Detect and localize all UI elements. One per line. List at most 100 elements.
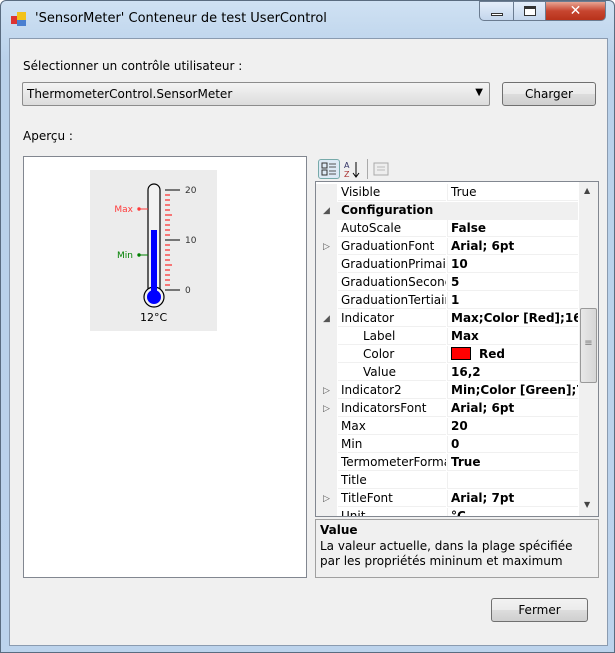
property-value[interactable]: 1 [447,292,578,309]
control-combobox[interactable]: ThermometerControl.SensorMeter ▼ [22,82,490,106]
property-value[interactable]: Arial; 6pt [447,400,578,417]
thermometer-readout: 12°C [140,311,168,324]
property-row[interactable]: TermometerFormat True [316,454,578,472]
property-row[interactable]: ▷ TitleFont Arial; 7pt [316,490,578,508]
property-row[interactable]: GraduationPrimaire 10 [316,256,578,274]
mercury-column [151,230,157,297]
alphabetical-icon: AZ [344,161,360,179]
property-value-text: 16,2 [451,365,481,379]
row-gutter [316,292,337,310]
property-value-text: True [451,185,477,199]
combo-value: ThermometerControl.SensorMeter [27,87,233,101]
indicator-marker [137,253,141,257]
property-row[interactable]: GraduationTertiaire 1 [316,292,578,310]
property-value[interactable]: 0 [447,436,578,453]
property-value-text: 10 [451,257,468,271]
minimize-button[interactable] [479,1,514,21]
property-value[interactable]: 5 [447,274,578,291]
scroll-down-arrow-icon[interactable]: ▼ [584,500,590,509]
property-name: Min [338,436,446,453]
row-gutter [316,364,337,382]
property-pages-icon [373,162,389,176]
close-button[interactable]: Fermer [491,598,588,622]
property-value[interactable]: True [447,454,578,471]
row-gutter [316,256,337,274]
property-row[interactable]: Color Red [316,346,578,364]
property-grid: Visible True ◢ Configuration AutoScale False ▷… [315,181,599,517]
property-name: GraduationFont [338,238,446,255]
property-value[interactable]: Max;Color [Red];16,2 [447,310,578,327]
property-value[interactable]: Min;Color [Green];7 [447,382,578,399]
property-name: Max [338,418,446,435]
property-name: Title [338,472,446,489]
thermometer-control: 20 10 0 Max Min 12°C [90,170,217,331]
property-value[interactable]: °C [447,508,578,516]
property-row[interactable]: Unit °C [316,508,578,516]
vertical-scrollbar[interactable]: ▲ ≡ ▼ [579,182,598,516]
property-row[interactable]: AutoScale False [316,220,578,238]
scroll-up-arrow-icon[interactable]: ▲ [584,186,590,195]
row-gutter [316,346,337,364]
property-value[interactable]: Arial; 6pt [447,238,578,255]
scale-tick-label: 10 [185,236,197,246]
property-value[interactable]: True [447,184,578,201]
property-name: GraduationTertiaire [338,292,446,309]
property-row[interactable]: Max 20 [316,418,578,436]
property-name: AutoScale [338,220,446,237]
property-value-text: 20 [451,419,468,433]
property-name: Indicator [338,310,446,327]
maximize-button[interactable] [513,1,546,21]
property-description-panel: Value La valeur actuelle, dans la plage … [315,519,599,578]
collapse-icon[interactable]: ◢ [316,202,337,220]
categorized-button[interactable] [318,159,340,179]
property-row[interactable]: Min 0 [316,436,578,454]
property-name: IndicatorsFont [338,400,446,417]
row-gutter [316,274,337,292]
property-pages-button[interactable] [372,160,390,178]
row-gutter [316,328,337,346]
property-row[interactable]: Title [316,472,578,490]
property-name: Color [338,346,446,363]
property-value[interactable]: False [447,220,578,237]
property-name: Value [338,364,446,381]
scale-tick-label: 20 [185,186,197,196]
property-category[interactable]: ◢ Configuration [316,202,578,220]
expand-icon[interactable]: ▷ [316,400,337,418]
scrollbar-thumb[interactable]: ≡ [580,308,597,383]
property-row[interactable]: GraduationSecondaire 5 [316,274,578,292]
property-row[interactable]: ▷ GraduationFont Arial; 6pt [316,238,578,256]
property-value[interactable]: 20 [447,418,578,435]
property-row[interactable]: ◢Indicator Max;Color [Red];16,2 [316,310,578,328]
property-value[interactable]: 16,2 [447,364,578,381]
property-value[interactable]: Max [447,328,578,345]
chevron-down-icon: ▼ [475,87,483,98]
row-gutter [316,418,337,436]
property-name: Indicator2 [338,382,446,399]
toolbar-separator [367,159,368,179]
property-value[interactable]: Red [447,346,578,363]
expand-icon[interactable]: ▷ [316,490,337,508]
property-row[interactable]: ▷ IndicatorsFont Arial; 6pt [316,400,578,418]
property-value[interactable]: Arial; 7pt [447,490,578,507]
load-button[interactable]: Charger [502,82,596,106]
property-name: Label [338,328,446,345]
thermometer-graphic: 20 10 0 Max Min [114,183,197,308]
collapse-icon[interactable]: ◢ [316,310,337,328]
property-value[interactable] [447,472,578,489]
property-name: Visible [338,184,446,201]
close-icon: ✕ [569,3,582,19]
property-row[interactable]: Visible True [316,184,578,202]
property-row[interactable]: Value 16,2 [316,364,578,382]
property-name: Unit [338,508,446,516]
expand-icon[interactable]: ▷ [316,382,337,400]
alphabetical-button[interactable]: AZ [343,159,363,179]
property-value-text: Red [479,347,505,361]
description-text: La valeur actuelle, dans la plage spécif… [320,539,573,568]
property-name: Configuration [341,203,434,217]
property-row[interactable]: ▷ Indicator2 Min;Color [Green];7 [316,382,578,400]
property-row[interactable]: Label Max [316,328,578,346]
close-window-button[interactable]: ✕ [545,1,606,21]
expand-icon[interactable]: ▷ [316,238,337,256]
property-value[interactable]: 10 [447,256,578,273]
property-value-text: 5 [451,275,460,289]
